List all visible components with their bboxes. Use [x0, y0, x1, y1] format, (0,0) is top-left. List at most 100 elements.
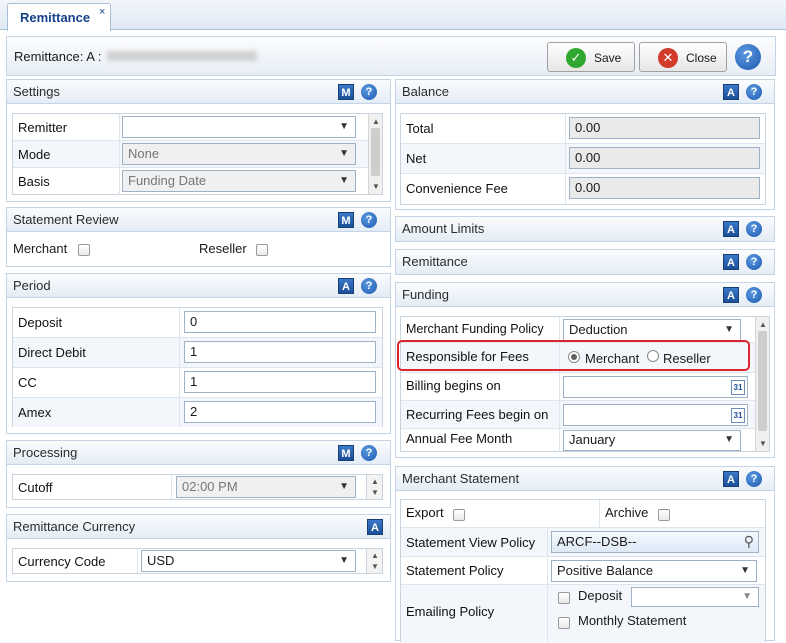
currency-code-select[interactable]: USD ▼: [141, 550, 356, 572]
mode-badge-icon[interactable]: M: [338, 212, 354, 228]
mode-badge-icon[interactable]: A: [723, 287, 739, 303]
direct-debit-label: Direct Debit: [18, 345, 86, 360]
period-row-amex: Amex 2: [13, 398, 382, 427]
balance-title: Balance: [402, 84, 449, 99]
recurring-fees-input[interactable]: 31: [563, 404, 748, 426]
settings-panel: Settings M ? Remitter ▼ Mode None ▼ Basis…: [6, 79, 391, 202]
mode-badge-icon[interactable]: A: [723, 471, 739, 487]
mode-select[interactable]: None ▼: [122, 143, 356, 165]
page-title: Remittance: A :: [14, 49, 102, 64]
mode-badge-icon[interactable]: M: [338, 445, 354, 461]
cc-input[interactable]: 1: [184, 371, 376, 393]
merchant-review-checkbox[interactable]: [78, 244, 90, 256]
mode-badge-icon[interactable]: A: [338, 278, 354, 294]
mode-badge-icon[interactable]: A: [367, 519, 383, 535]
cutoff-spinner[interactable]: ▲ ▼: [366, 475, 382, 499]
tab-remittance[interactable]: Remittance ×: [7, 3, 111, 31]
deposit-period-input[interactable]: 0: [184, 311, 376, 333]
currency-spinner[interactable]: ▲ ▼: [366, 549, 382, 573]
help-icon[interactable]: ?: [361, 278, 377, 294]
direct-debit-input[interactable]: 1: [184, 341, 376, 363]
mode-badge-icon[interactable]: M: [338, 84, 354, 100]
remittance-currency-panel: Remittance Currency A Currency Code USD ▼…: [6, 514, 391, 582]
settings-row-remitter: Remitter ▼: [13, 114, 382, 141]
amount-limits-panel[interactable]: Amount Limits A ?: [395, 216, 775, 242]
monthly-statement-checkbox[interactable]: [558, 617, 570, 629]
period-row-direct-debit: Direct Debit 1: [13, 338, 382, 368]
mode-badge-icon[interactable]: A: [723, 254, 739, 270]
check-icon: ✓: [566, 48, 586, 68]
statement-view-policy-input[interactable]: ARCF--DSB-- ⚲: [551, 531, 759, 553]
remitter-select[interactable]: ▼: [122, 116, 356, 138]
annual-fee-month-select[interactable]: January ▼: [563, 430, 741, 451]
total-label: Total: [406, 121, 434, 136]
search-icon[interactable]: ⚲: [744, 533, 754, 550]
funding-scrollbar[interactable]: ▲ ▼: [755, 317, 769, 451]
close-icon[interactable]: ×: [99, 6, 105, 18]
billing-begins-input[interactable]: 31: [563, 376, 748, 398]
statement-review-header: Statement Review M ?: [7, 208, 390, 232]
help-icon[interactable]: ?: [746, 471, 762, 487]
export-label: Export: [406, 505, 444, 520]
funding-row-billing: Billing begins on 31: [401, 373, 769, 401]
remittance-panel[interactable]: Remittance A ?: [395, 249, 775, 275]
processing-title: Processing: [13, 445, 78, 460]
statement-row-emailing: Emailing Policy Deposit ▼ Monthly Statem…: [401, 585, 765, 642]
convenience-fee-label: Convenience Fee: [406, 181, 508, 196]
balance-panel: Balance A ? Total 0.00 Net 0.00 Convenie…: [395, 79, 775, 210]
help-icon[interactable]: ?: [361, 84, 377, 100]
help-icon[interactable]: ?: [746, 254, 762, 270]
settings-scrollbar[interactable]: ▲ ▼: [368, 114, 382, 194]
remittance-header[interactable]: Remittance A ?: [396, 250, 774, 274]
processing-header: Processing M ?: [7, 441, 390, 465]
mode-badge-icon[interactable]: A: [723, 84, 739, 100]
cutoff-select[interactable]: 02:00 PM ▼: [176, 476, 356, 498]
reseller-review-label: Reseller: [199, 241, 247, 256]
period-row-cc: CC 1: [13, 368, 382, 398]
help-icon[interactable]: ?: [361, 212, 377, 228]
deposit-email-select[interactable]: ▼: [631, 587, 759, 607]
help-icon[interactable]: ?: [746, 221, 762, 237]
remitter-label: Remitter: [18, 120, 68, 135]
total-value: 0.00: [569, 117, 760, 139]
merchant-review-label: Merchant: [13, 241, 68, 256]
funding-grid: Merchant Funding Policy Deduction ▼ Respo…: [400, 316, 770, 452]
help-icon[interactable]: ?: [735, 44, 761, 70]
billing-begins-label: Billing begins on: [406, 378, 501, 393]
statement-policy-select[interactable]: Positive Balance ▼: [551, 560, 757, 582]
statement-row-view-policy: Statement View Policy ARCF--DSB-- ⚲: [401, 528, 765, 557]
help-icon[interactable]: ?: [746, 84, 762, 100]
merchant-funding-policy-select[interactable]: Deduction ▼: [563, 319, 741, 341]
reseller-review-checkbox[interactable]: [256, 244, 268, 256]
settings-grid: Remitter ▼ Mode None ▼ Basis Funding Date…: [12, 113, 383, 195]
statement-row-export: Export Archive: [401, 500, 765, 528]
deposit-email-label: Deposit: [578, 588, 623, 603]
basis-select[interactable]: Funding Date ▼: [122, 170, 356, 192]
monthly-statement-label: Monthly Statement: [578, 613, 687, 628]
merchant-funding-policy-label: Merchant Funding Policy: [406, 322, 544, 336]
save-button[interactable]: ✓ Save: [547, 42, 635, 72]
net-label: Net: [406, 151, 427, 166]
export-checkbox[interactable]: [453, 509, 465, 521]
funding-title: Funding: [402, 287, 449, 302]
statement-view-policy-label: Statement View Policy: [406, 535, 536, 550]
convenience-fee-value: 0.00: [569, 177, 760, 199]
close-button[interactable]: ✕ Close: [639, 42, 727, 72]
mode-badge-icon[interactable]: A: [723, 221, 739, 237]
period-title: Period: [13, 278, 51, 293]
archive-checkbox[interactable]: [658, 509, 670, 521]
recurring-fees-label: Recurring Fees begin on: [406, 407, 549, 422]
processing-panel: Processing M ? Cutoff 02:00 PM ▼ ▲ ▼: [6, 440, 391, 508]
settings-title: Settings: [13, 84, 60, 99]
cc-label: CC: [18, 375, 37, 390]
help-icon[interactable]: ?: [746, 287, 762, 303]
help-icon[interactable]: ?: [361, 445, 377, 461]
calendar-icon[interactable]: 31: [731, 408, 745, 423]
calendar-icon[interactable]: 31: [731, 380, 745, 395]
settings-row-basis: Basis Funding Date ▼: [13, 168, 382, 195]
amex-input[interactable]: 2: [184, 401, 376, 423]
deposit-email-checkbox[interactable]: [558, 592, 570, 604]
amount-limits-header[interactable]: Amount Limits A ?: [396, 217, 774, 241]
close-circle-icon: ✕: [658, 48, 678, 68]
statement-review-panel: Statement Review M ? Merchant Reseller: [6, 207, 391, 267]
